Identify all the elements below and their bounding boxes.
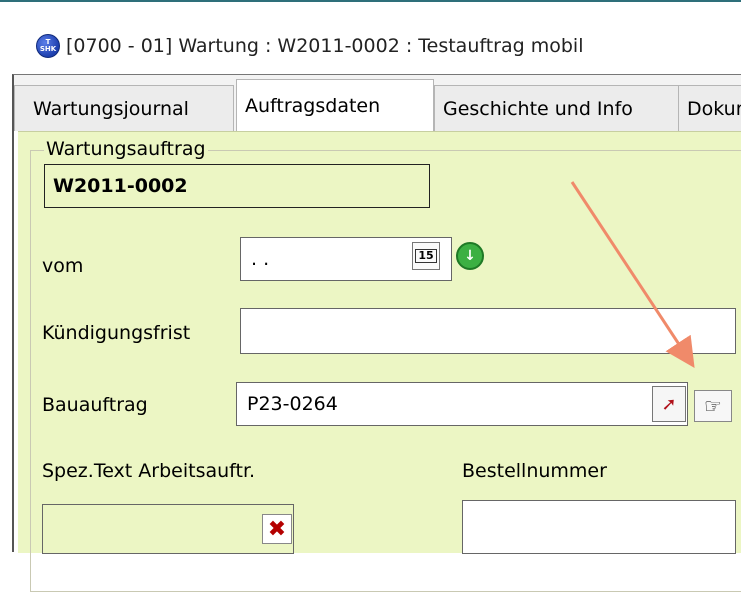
- order-number-field: W2011-0002: [44, 164, 430, 208]
- app-logo-icon: T SHK: [36, 34, 60, 58]
- x-icon[interactable]: ✖: [262, 514, 292, 544]
- pin-icon[interactable]: ➚: [652, 386, 686, 422]
- kuendigungsfrist-input[interactable]: [240, 308, 736, 354]
- tab-dokumente[interactable]: Dokur: [678, 85, 741, 131]
- spez-text-label: Spez.Text Arbeitsauftr.: [42, 460, 256, 482]
- bestellnummer-input[interactable]: [462, 500, 736, 554]
- auftragsdaten-panel: Wartungsauftrag W2011-0002 vom . . 15 ↓ …: [18, 131, 741, 592]
- bauauftrag-input[interactable]: P23-0264: [236, 382, 688, 426]
- tab-wartungsjournal[interactable]: Wartungsjournal: [14, 85, 234, 131]
- arrow-down-circle-icon[interactable]: ↓: [456, 242, 484, 270]
- calendar-icon[interactable]: 15: [412, 242, 440, 270]
- main-window: Wartungsjournal Auftragsdaten Geschichte…: [12, 74, 741, 592]
- tab-geschichte-und-info[interactable]: Geschichte und Info: [434, 85, 680, 131]
- vom-label: vom: [42, 255, 84, 277]
- window-titlebar: T SHK [0700 - 01] Wartung : W2011-0002 :…: [0, 28, 741, 68]
- tab-auftragsdaten[interactable]: Auftragsdaten: [236, 79, 434, 131]
- bauauftrag-label: Bauauftrag: [42, 394, 148, 416]
- pointing-hand-icon[interactable]: ☞: [694, 390, 732, 422]
- bestellnummer-label: Bestellnummer: [462, 460, 607, 482]
- group-title: Wartungsauftrag: [44, 138, 208, 160]
- kuendigungsfrist-label: Kündigungsfrist: [42, 322, 191, 344]
- top-border-line: [0, 0, 741, 2]
- tab-bar: Wartungsjournal Auftragsdaten Geschichte…: [14, 75, 741, 131]
- window-title: [0700 - 01] Wartung : W2011-0002 : Testa…: [66, 35, 584, 57]
- spez-text-select[interactable]: [42, 504, 294, 554]
